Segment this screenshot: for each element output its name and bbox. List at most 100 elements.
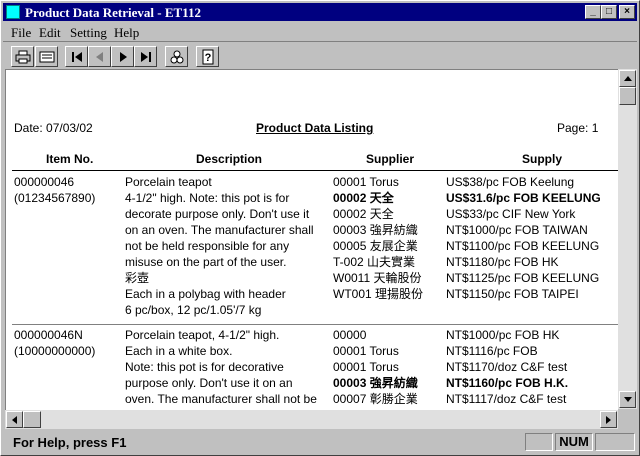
column-header-supply: Supply — [522, 152, 563, 166]
column-header-supplier: Supplier — [366, 152, 415, 166]
description-line: misuse on the part of the user. — [125, 255, 287, 269]
description-line: Porcelain teapot, 4-1/2" high. — [125, 328, 280, 342]
svg-text:?: ? — [204, 52, 211, 64]
description-line: not be held responsible for any — [125, 239, 290, 253]
supplier-name: 00002 天全 — [333, 207, 394, 221]
supplier-name: 00000 — [333, 328, 367, 342]
maximize-icon: □ — [605, 6, 613, 17]
next-record-icon — [119, 51, 127, 62]
description-line: 彩壺 — [125, 271, 150, 285]
supply-price: NT$1100/pc FOB KEELUNG — [446, 239, 600, 253]
previous-record-button[interactable] — [88, 46, 111, 67]
menu-bar: File Edit Setting Help — [3, 23, 637, 41]
supplier-name: 00007 彰勝企業 — [333, 392, 418, 406]
preview-button[interactable] — [35, 46, 58, 67]
supplier-name: 00003 強昇紡織 — [333, 376, 418, 390]
description-line: 6 pc/box, 12 pc/1.05'/7 kg — [125, 303, 262, 317]
help-icon: ? — [202, 49, 213, 64]
report-view[interactable]: Date: 07/03/02 Product Data Listing Page… — [5, 69, 618, 410]
supplier-name: 00003 強昇紡織 — [333, 223, 418, 237]
description-line: 4-1/2" high. Note: this pot is for — [125, 191, 290, 205]
close-button[interactable]: × — [619, 5, 635, 19]
title-bar[interactable]: Product Data Retrieval - ET112 _ □ × — [3, 3, 637, 21]
previous-record-icon — [95, 51, 103, 62]
supplier-name: WT001 理揚股份 — [333, 287, 424, 301]
supply-price: NT$1150/pc FOB TAIPEI — [446, 287, 579, 301]
row-divider — [12, 324, 618, 325]
supplier-name: 00001 Torus — [333, 344, 399, 358]
app-window: Product Data Retrieval - ET112 _ □ × Fil… — [0, 0, 640, 456]
scroll-left-button[interactable] — [6, 411, 23, 428]
item-number: (01234567890) — [14, 191, 96, 205]
status-pane-empty — [525, 433, 553, 451]
description-line: Each in a polybag with header — [125, 287, 286, 301]
scroll-down-button[interactable] — [619, 391, 636, 408]
menu-setting[interactable]: Setting — [70, 25, 107, 41]
column-header-item-no: Item No. — [46, 152, 94, 166]
scrollbar-corner — [618, 410, 637, 429]
last-record-icon — [140, 51, 151, 62]
supplier-name: 00002 天全 — [333, 191, 394, 205]
vertical-scroll-thumb[interactable] — [619, 87, 636, 105]
scroll-up-button[interactable] — [619, 70, 636, 87]
minimize-icon: _ — [590, 6, 596, 17]
description-line: decorate purpose only. Don't use it — [125, 207, 310, 221]
first-record-icon — [71, 51, 82, 62]
maximize-button[interactable]: □ — [601, 5, 617, 19]
report-title: Product Data Listing — [256, 121, 374, 135]
description-line: Porcelain teapot — [125, 175, 212, 189]
supplier-name: 00005 友展企業 — [333, 239, 418, 253]
supply-price: NT$1170/doz C&F test — [446, 360, 568, 374]
horizontal-scroll-thumb[interactable] — [23, 411, 41, 428]
window-title: Product Data Retrieval - ET112 — [25, 5, 201, 20]
arrow-up-icon — [623, 75, 632, 81]
supply-price: NT$1125/pc FOB KEELUNG — [446, 271, 600, 285]
status-pane-empty-2 — [595, 433, 635, 451]
first-record-button[interactable] — [65, 46, 88, 67]
toolbar: ? — [3, 41, 637, 70]
supplier-name: 00001 Torus — [333, 175, 399, 189]
users-icon — [170, 50, 183, 63]
description-line: Note: this pot is for decorative — [125, 360, 284, 374]
close-icon: × — [624, 6, 630, 17]
supply-price: NT$1000/pc FOB HK — [446, 328, 560, 342]
arrow-left-icon — [11, 415, 17, 424]
app-icon[interactable] — [6, 5, 20, 19]
last-record-button[interactable] — [134, 46, 157, 67]
horizontal-scrollbar[interactable] — [5, 410, 618, 429]
menu-file[interactable]: File — [11, 25, 31, 41]
item-number: (10000000000) — [14, 344, 96, 358]
vertical-scrollbar[interactable] — [618, 69, 637, 409]
item-number: 000000046 — [14, 175, 75, 189]
column-header-description: Description — [196, 152, 263, 166]
header-divider — [12, 170, 618, 171]
supply-price: US$38/pc FOB Keelung — [446, 175, 575, 189]
supply-price: NT$1117/doz C&F test — [446, 392, 567, 406]
description-line: purpose only. Don't use it on an — [125, 376, 293, 390]
scroll-right-button[interactable] — [600, 411, 617, 428]
supply-price: NT$1116/pc FOB — [446, 344, 538, 358]
supply-price: NT$1180/pc FOB HK — [446, 255, 559, 269]
supply-price: NT$1000/pc FOB TAIWAN — [446, 223, 588, 237]
report-date: Date: 07/03/02 — [14, 121, 93, 135]
menu-edit[interactable]: Edit — [39, 25, 61, 41]
menu-help[interactable]: Help — [114, 25, 139, 41]
next-record-button[interactable] — [111, 46, 134, 67]
description-line: oven. The manufacturer shall not be — [125, 392, 317, 406]
supplier-name: 00001 Torus — [333, 360, 399, 374]
status-bar: For Help, press F1 NUM — [3, 431, 637, 453]
minimize-button[interactable]: _ — [585, 5, 601, 19]
supply-price: US$31.6/pc FOB KEELUNG — [446, 191, 601, 205]
help-button[interactable]: ? — [196, 46, 219, 67]
arrow-right-icon — [605, 415, 611, 424]
users-button[interactable] — [165, 46, 188, 67]
report-page: Page: 1 — [557, 121, 599, 135]
preview-icon — [39, 51, 54, 62]
status-num-indicator: NUM — [555, 433, 593, 451]
description-line: Each in a white box. — [125, 344, 233, 358]
status-help-text: For Help, press F1 — [13, 435, 127, 450]
supply-price: US$33/pc CIF New York — [446, 207, 576, 221]
supplier-name: W0011 天輪股份 — [333, 271, 422, 285]
item-number: 000000046N — [14, 328, 83, 342]
print-button[interactable] — [11, 46, 34, 67]
